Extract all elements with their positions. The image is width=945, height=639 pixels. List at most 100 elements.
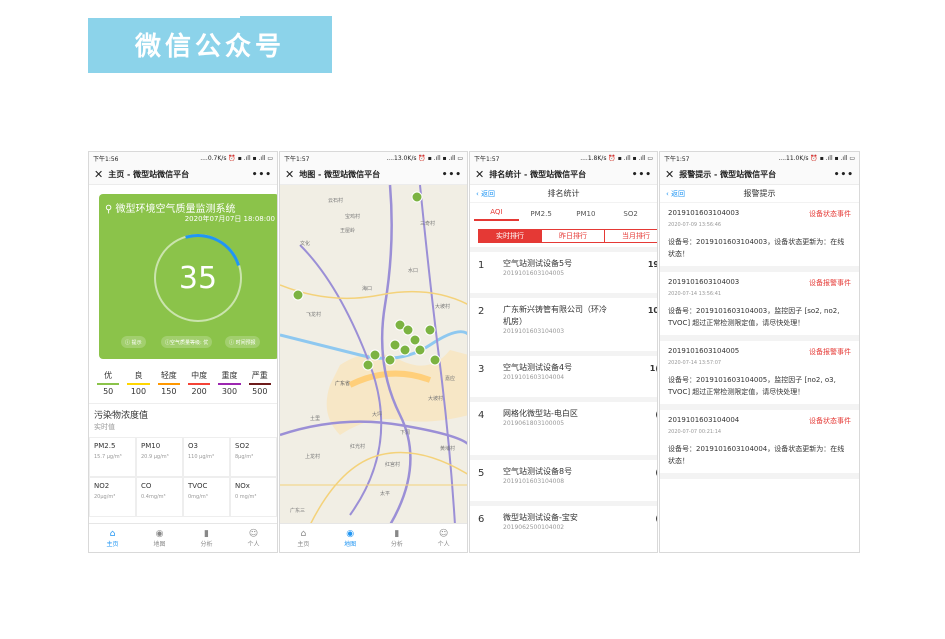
ranking-row[interactable]: 6 微型站测试设备-宝安 2019062500104002 ( — [470, 501, 657, 552]
pollutant-cell[interactable]: SO2 8μg/m³ — [230, 437, 277, 477]
tip-button[interactable]: ⓘ 提示 — [121, 336, 146, 348]
segment-month[interactable]: 当月排行 — [605, 230, 657, 242]
more-icon[interactable]: ••• — [632, 170, 652, 180]
alert-message: 设备号：2019101603104005，监控因子 [no2, o3, TVOC… — [668, 376, 836, 396]
alert-message: 设备号：2019101603104004，设备状态更新为：在线状态！ — [668, 445, 845, 465]
status-info: ....13.0K/s ⏰ ▪ .ıll ▪ .ıll ▭ — [386, 155, 463, 162]
tab-profile[interactable]: ☺ 个人 — [420, 524, 467, 552]
rank-number: 5 — [478, 468, 485, 479]
level-label: 中度 — [191, 371, 208, 380]
pollutant-subtitle: 实时值 — [94, 423, 115, 431]
alert-time: 2020-07-14 13:57:07 — [668, 360, 722, 366]
pollutant-cell[interactable]: TVOC 0mg/m³ — [183, 477, 230, 517]
tab-label: 个人 — [247, 540, 260, 548]
pollutant-cell[interactable]: O3 110 μg/m³ — [183, 437, 230, 477]
pollutant-cell[interactable]: CO 0.4mg/m³ — [136, 477, 183, 517]
tab-pm10[interactable]: PM10 — [564, 210, 609, 218]
close-icon[interactable]: ✕ — [94, 168, 103, 181]
pollutant-name: O3 — [188, 442, 198, 450]
tab-aqi[interactable]: AQI — [474, 208, 519, 221]
tab-home[interactable]: ⌂ 主页 — [280, 524, 327, 552]
card-title: ⚲ 微型环境空气质量监测系统 — [105, 200, 236, 215]
tab-so2[interactable]: SO2 — [608, 210, 653, 218]
map-label: 王屋岭 — [340, 228, 356, 234]
bar-chart-icon: ▮ — [394, 528, 400, 539]
pollutant-name: SO2 — [235, 442, 250, 450]
map-label: 海口 — [362, 286, 373, 292]
info-icon: ⓘ — [125, 339, 132, 346]
banner-title: 微信公众号 — [134, 32, 285, 62]
ranking-row[interactable]: 4 网格化微型站-电白区 2019061803100005 ( — [470, 397, 657, 455]
ranking-row[interactable]: 3 空气站测试设备4号 2019101603104004 1( — [470, 351, 657, 397]
close-icon[interactable]: ✕ — [285, 168, 294, 181]
alert-item[interactable]: 2019101603104003 设备报警事件 2020-07-14 13:56:… — [660, 272, 859, 341]
nav-title: 排名统计 - 微型站微信平台 — [489, 170, 587, 179]
tab-analysis[interactable]: ▮ 分析 — [183, 524, 230, 552]
pollutant-cell[interactable]: NOx 0 mg/m³ — [230, 477, 277, 517]
bar-chart-icon: ▮ — [204, 528, 209, 539]
air-quality-label: 空气质量等级: 优 — [170, 339, 209, 346]
tab-label: 地图 — [153, 540, 166, 548]
card-date: 2020年07月07日 18:08:00 — [184, 215, 275, 223]
alert-item[interactable]: 2019101603104003 设备状态事件 2020-07-09 13:56:… — [660, 203, 859, 272]
ranking-row[interactable]: 5 空气站测试设备8号 2019101603104008 ( — [470, 455, 657, 501]
ranking-row[interactable]: 1 空气站测试设备5号 2019101603104005 19 — [470, 247, 657, 293]
status-time: 下午1:57 — [664, 156, 690, 163]
nav-bar: ✕ 排名统计 - 微型站微信平台 ••• — [470, 165, 657, 185]
tab-home[interactable]: ⌂ 主页 — [89, 524, 136, 552]
tab-pm25[interactable]: PM2.5 — [519, 210, 564, 218]
map-label: 黄埔村 — [440, 446, 456, 452]
level-bar — [187, 383, 211, 385]
level-bar — [127, 383, 150, 385]
nav-title: 地图 - 微型站微信平台 — [299, 170, 381, 179]
alert-item[interactable]: 2019101603104005 设备报警事件 2020-07-14 13:57:… — [660, 341, 859, 410]
tab-map[interactable]: ◉ 地图 — [136, 524, 183, 552]
alert-type: 设备状态事件 — [809, 417, 851, 425]
pollutant-cell[interactable]: PM10 20.9 μg/m³ — [136, 437, 183, 477]
map-label: 红宫村 — [385, 462, 401, 468]
map-label: 土里 — [310, 416, 321, 422]
status-bar: 下午1:56 ....0.7K/s ⏰ ▪ .ıll ▪ .ıll ▭ — [89, 152, 277, 165]
map-label: 嘉应 — [445, 376, 456, 382]
level-label: 严重 — [251, 371, 268, 380]
rank-number: 1 — [478, 260, 485, 271]
segment-yesterday[interactable]: 昨日排行 — [542, 230, 605, 242]
map-label: 大坡村 — [435, 304, 451, 310]
nav-bar: ✕ 地图 - 微型站微信平台 ••• — [280, 165, 467, 185]
map-view[interactable]: 云石村 宝鸡村 王屋岭 文化 三奇村 海口 水口 大坡村 飞龙村 大坡村 嘉应 … — [280, 184, 467, 526]
level-value: 500 — [252, 387, 268, 396]
air-quality-button[interactable]: ⓘ 空气质量等级: 优 — [161, 336, 213, 348]
aqi-value: 35 — [178, 260, 218, 296]
map-label: 红光村 — [350, 444, 366, 450]
close-icon[interactable]: ✕ — [665, 168, 674, 181]
close-icon[interactable]: ✕ — [475, 168, 484, 181]
alert-item[interactable]: 2019101603104004 设备状态事件 2020-07-07 00:21:… — [660, 410, 859, 479]
more-icon[interactable]: ••• — [834, 170, 854, 180]
ranking-row[interactable]: 2 广东新兴铸管有限公司（环冷机房） 2019101603104003 10 — [470, 293, 657, 351]
rank-number: 4 — [478, 410, 485, 421]
forecast-button[interactable]: ⓘ 时间预报 — [225, 336, 260, 348]
alert-list: 2019101603104003 设备状态事件 2020-07-09 13:56:… — [660, 203, 859, 479]
nav-title: 报警提示 - 微型站微信平台 — [679, 170, 777, 179]
tip-label: 提示 — [131, 339, 142, 346]
level-item: 轻度 150 — [154, 370, 184, 396]
more-icon[interactable]: ••• — [442, 170, 462, 180]
segment-realtime[interactable]: 实时排行 — [479, 230, 542, 242]
level-value: 300 — [221, 387, 238, 396]
tab-analysis[interactable]: ▮ 分析 — [374, 524, 421, 552]
alert-device-id: 2019101603104003 — [668, 278, 740, 286]
tab-profile[interactable]: ☺ 个人 — [230, 524, 277, 552]
pollutant-cell[interactable]: PM2.5 15.7 μg/m³ — [89, 437, 136, 477]
station-name: 空气站测试设备8号 — [503, 467, 573, 476]
tab-map[interactable]: ◉ 地图 — [327, 524, 374, 552]
rank-value: ( — [655, 468, 657, 477]
pollutant-name: NOx — [235, 482, 250, 490]
pollutant-name: NO2 — [94, 482, 110, 490]
rank-value: 19 — [647, 260, 658, 269]
more-icon[interactable]: ••• — [252, 170, 272, 180]
pollutant-cell[interactable]: NO2 20μg/m³ — [89, 477, 136, 517]
pollutant-grid: PM2.5 15.7 μg/m³ PM10 20.9 μg/m³ O3 110 μg/… — [89, 437, 277, 517]
status-time: 下午1:57 — [284, 156, 310, 163]
map-label: 上龙村 — [305, 454, 321, 460]
level-bar — [157, 383, 180, 385]
